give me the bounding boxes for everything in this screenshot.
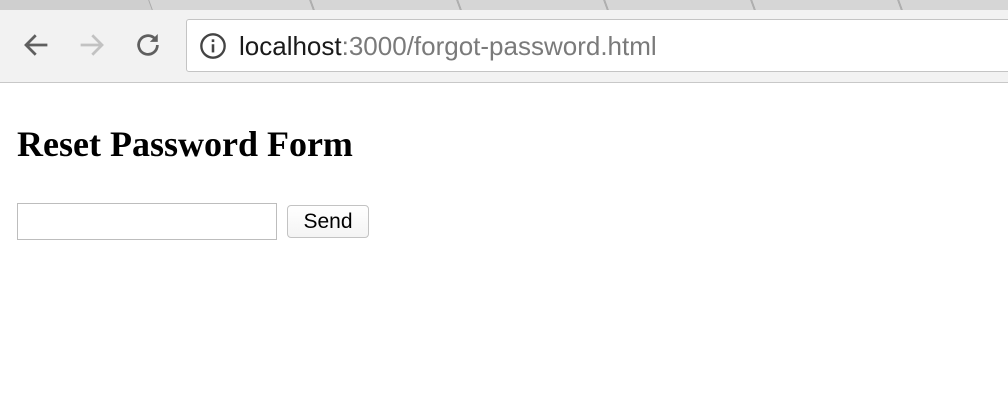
url-text[interactable]: localhost:3000/forgot-password.html bbox=[239, 30, 657, 62]
info-icon[interactable] bbox=[199, 32, 227, 60]
browser-toolbar: localhost:3000/forgot-password.html bbox=[0, 10, 1008, 83]
reload-icon bbox=[137, 34, 159, 56]
arrow-left-icon bbox=[24, 34, 48, 56]
page-title: Reset Password Form bbox=[17, 124, 353, 164]
back-button[interactable] bbox=[18, 27, 54, 63]
send-button[interactable]: Send bbox=[287, 205, 369, 238]
url-path: :3000/forgot-password.html bbox=[341, 31, 657, 61]
browser-tab[interactable] bbox=[148, 0, 314, 10]
forward-button[interactable] bbox=[74, 27, 110, 63]
browser-tab[interactable] bbox=[457, 0, 608, 10]
url-host: localhost bbox=[239, 31, 342, 61]
tab-strip bbox=[0, 0, 1008, 10]
arrow-right-icon bbox=[80, 34, 104, 56]
reload-button[interactable] bbox=[130, 27, 166, 63]
browser-tab[interactable] bbox=[898, 0, 1008, 10]
browser-tab[interactable] bbox=[310, 0, 461, 10]
browser-tab[interactable] bbox=[604, 0, 755, 10]
browser-tab[interactable] bbox=[751, 0, 902, 10]
email-input[interactable] bbox=[17, 203, 277, 240]
address-bar[interactable]: localhost:3000/forgot-password.html bbox=[186, 19, 1008, 72]
page-content: Reset Password Form Send bbox=[0, 84, 1008, 414]
